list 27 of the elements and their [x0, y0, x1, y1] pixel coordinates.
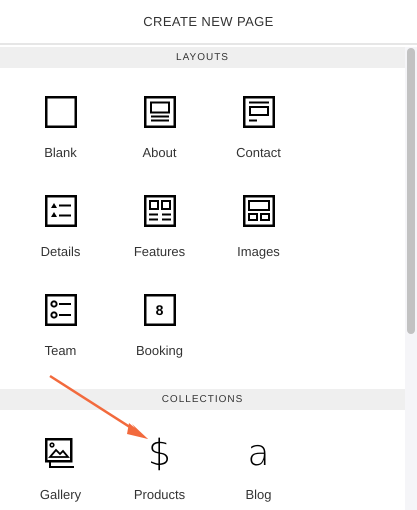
page-type-label[interactable]: Products [134, 487, 186, 503]
contact-layout-icon [242, 96, 274, 128]
page-type-label[interactable]: Booking [136, 343, 183, 359]
page-type-label[interactable]: About [142, 145, 176, 161]
features-layout-icon [144, 195, 176, 227]
page-type-label[interactable]: Team [44, 343, 76, 359]
dialog-title: CREATE NEW PAGE [143, 14, 274, 29]
blank-page-icon [44, 96, 76, 128]
glyph-icon: $ [148, 438, 171, 470]
page-type-label[interactable]: Features [134, 244, 186, 260]
photos-icon [44, 438, 76, 470]
images-layout-icon [242, 195, 274, 227]
scrollbar[interactable] [405, 47, 417, 510]
about-layout-icon [144, 96, 176, 128]
details-layout-icon [44, 195, 76, 227]
section-header: LAYOUTS [0, 47, 405, 68]
page-type-label[interactable]: Images [237, 244, 280, 260]
glyph-icon: a [247, 438, 270, 470]
booking-layout-icon: 8 [144, 294, 176, 326]
page-type-label[interactable]: Gallery [40, 487, 82, 503]
page-type-label[interactable]: Contact [236, 145, 281, 161]
team-layout-icon [44, 294, 76, 326]
page-type-label[interactable]: Blank [44, 145, 77, 161]
page-type-label[interactable]: Blog [245, 487, 272, 503]
page-type-label[interactable]: Details [40, 244, 80, 260]
scrollbar-thumb[interactable] [407, 48, 415, 334]
section-header: COLLECTIONS [0, 389, 405, 410]
